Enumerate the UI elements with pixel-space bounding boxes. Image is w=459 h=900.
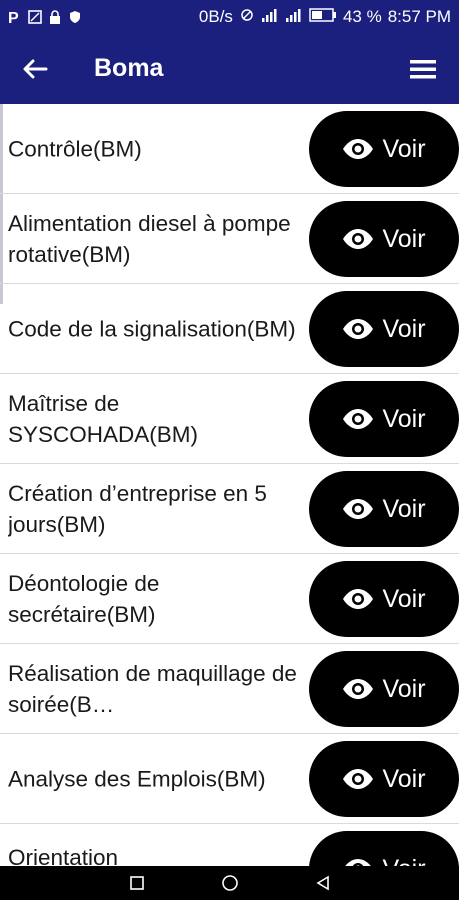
list-item: Alimentation diesel à pompe rotative(BM)… <box>0 194 459 284</box>
voir-button[interactable]: Voir <box>309 471 459 547</box>
list-item-title: Maîtrise de SYSCOHADA(BM) <box>8 390 199 447</box>
eye-icon <box>343 319 374 339</box>
voir-button-label: Voir <box>382 404 426 433</box>
eye-icon <box>343 679 374 699</box>
voir-button[interactable]: Voir <box>309 111 459 187</box>
status-right: 0B/s 43 % 8:57 PM <box>199 7 451 27</box>
menu-button[interactable] <box>405 52 441 86</box>
list-item: Déontologie de secrétaire(BM) Voir <box>0 554 459 644</box>
eye-icon <box>343 409 374 429</box>
recents-button[interactable] <box>127 873 147 893</box>
net-speed: 0B/s <box>198 7 233 26</box>
svg-text:P: P <box>8 10 19 25</box>
system-nav-bar <box>0 866 459 900</box>
list-item: Création d’entreprise en 5 jours(BM) Voi… <box>0 464 459 554</box>
list-item-title: Code de la signalisation(BM) <box>8 316 296 341</box>
screenshot-icon <box>28 10 42 24</box>
voir-button-label: Voir <box>382 584 426 613</box>
recents-icon <box>129 876 144 890</box>
hamburger-menu-icon <box>410 60 436 79</box>
eye-icon <box>343 589 374 609</box>
home-icon <box>221 875 238 891</box>
list-item-title: Analyse des Emplois(BM) <box>8 766 266 791</box>
voir-button-label: Voir <box>382 674 426 703</box>
voir-button-label: Voir <box>382 855 425 867</box>
eye-icon <box>345 859 372 866</box>
back-arrow-icon <box>23 59 48 79</box>
battery-percent: 43 % <box>342 7 382 26</box>
status-left-icons: P <box>8 10 82 25</box>
shield-icon <box>68 10 82 24</box>
voir-button[interactable]: Voir <box>309 651 459 727</box>
voir-button[interactable]: Voir <box>309 741 459 817</box>
status-bar: P 0B/s 43 % 8:57 PM <box>0 0 459 34</box>
lock-icon <box>48 10 62 24</box>
eye-icon <box>343 139 374 159</box>
page-title: Boma <box>94 54 164 82</box>
voir-button[interactable]: Voir <box>309 831 459 866</box>
voir-button[interactable]: Voir <box>309 291 459 367</box>
home-button[interactable] <box>220 873 240 893</box>
back-button[interactable] <box>18 52 52 86</box>
signal-icon-2 <box>285 7 303 27</box>
battery-icon <box>309 7 337 27</box>
list-item-title: Orientation <box>8 845 119 866</box>
list-item-title: Création d’entreprise en 5 jours(BM) <box>8 480 267 537</box>
voir-button-label: Voir <box>382 494 426 523</box>
list-item-title: Réalisation de maquillage de soirée(B… <box>8 660 297 717</box>
voir-button-label: Voir <box>382 764 426 793</box>
list-item: Contrôle(BM) Voir <box>0 104 459 194</box>
voir-button[interactable]: Voir <box>309 201 459 277</box>
list-item: Maîtrise de SYSCOHADA(BM) Voir <box>0 374 459 464</box>
eye-icon <box>343 499 374 519</box>
list-item-title: Contrôle(BM) <box>8 136 142 161</box>
nav-back-button[interactable] <box>313 873 333 893</box>
voir-button-label: Voir <box>382 134 426 163</box>
course-list: Contrôle(BM) Voir Alimentation diesel à … <box>0 104 459 866</box>
back-triangle-icon <box>315 875 329 891</box>
list-item-title: Alimentation diesel à pompe rotative(BM) <box>8 210 291 267</box>
no-sim-icon <box>239 7 255 27</box>
app-bar: Boma <box>0 34 459 104</box>
voir-button-label: Voir <box>382 314 426 343</box>
eye-icon <box>343 769 374 789</box>
signal-icon <box>261 7 279 27</box>
clock: 8:57 PM <box>387 7 451 26</box>
parking-icon: P <box>8 10 22 25</box>
list-item-title: Déontologie de secrétaire(BM) <box>8 570 160 627</box>
voir-button[interactable]: Voir <box>309 381 459 457</box>
list-item: Réalisation de maquillage de soirée(B… V… <box>0 644 459 734</box>
voir-button[interactable]: Voir <box>309 561 459 637</box>
list-item: Code de la signalisation(BM) Voir <box>0 284 459 374</box>
voir-button-label: Voir <box>382 224 426 253</box>
list-item: Orientation Voir <box>0 824 459 866</box>
list-item: Analyse des Emplois(BM) Voir <box>0 734 459 824</box>
eye-icon <box>343 229 374 249</box>
